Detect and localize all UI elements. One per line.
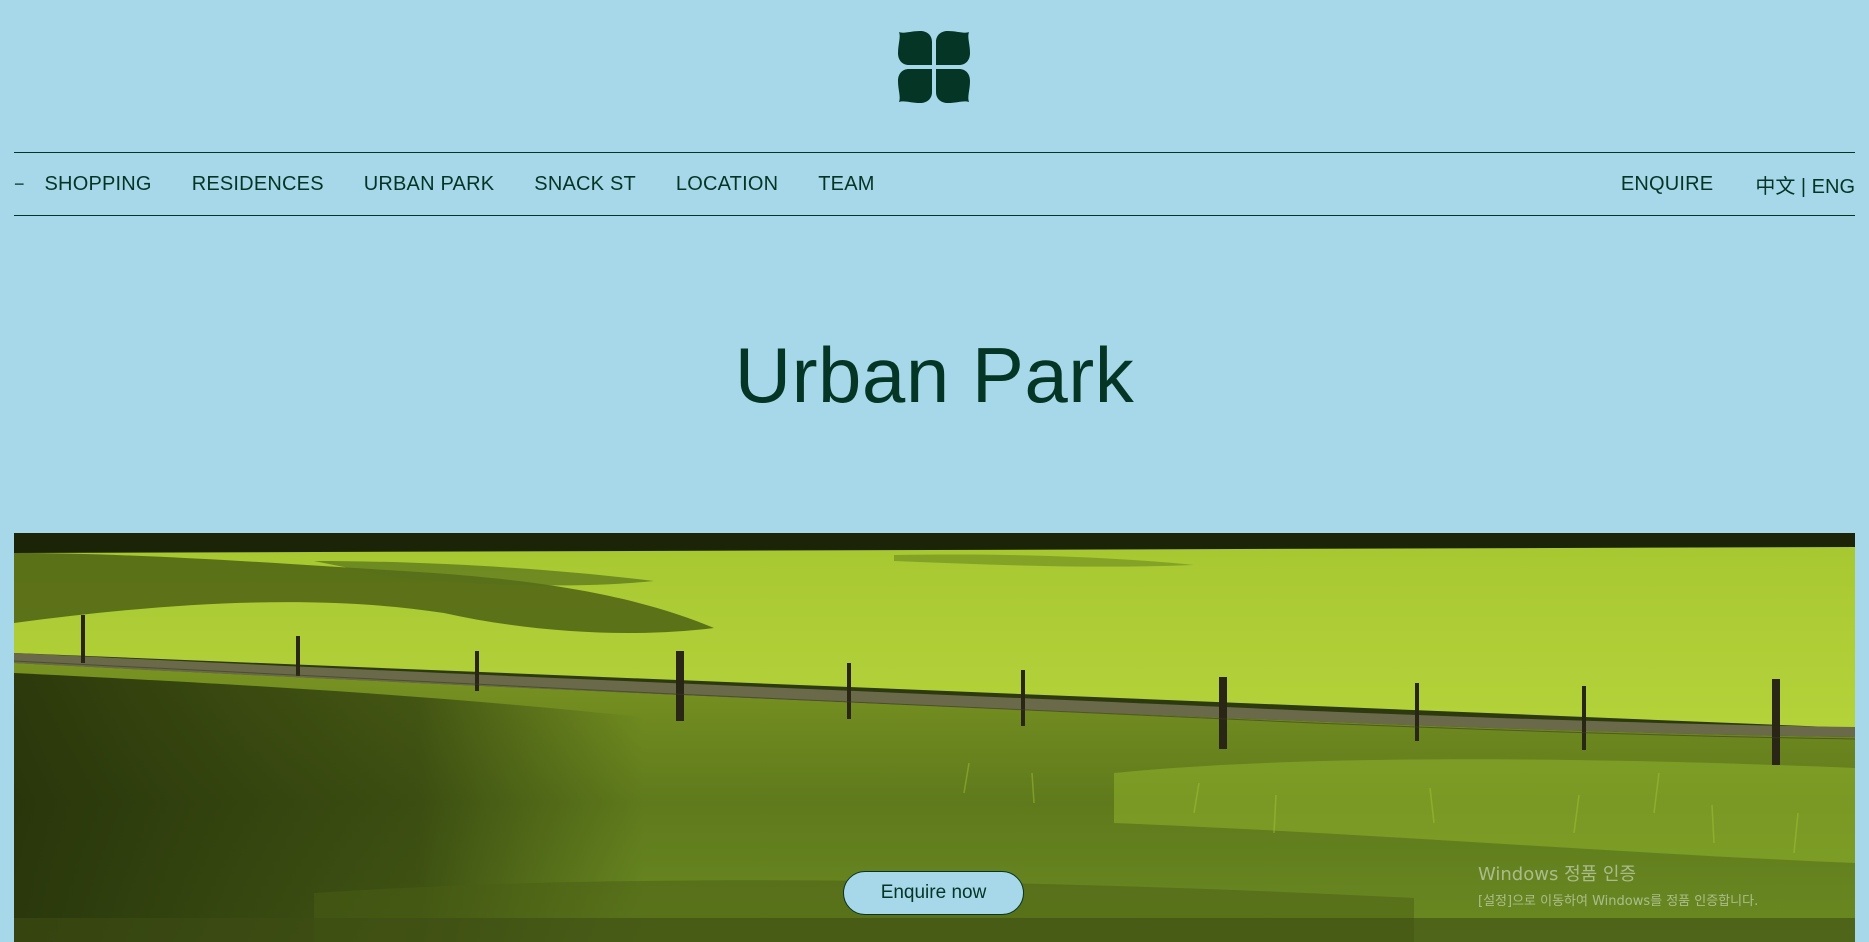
nav-item-team[interactable]: TEAM [818, 173, 874, 196]
nav-item-location[interactable]: LOCATION [676, 173, 778, 196]
nav-item-shopping[interactable]: SHOPPING [45, 173, 152, 196]
lang-en-link[interactable]: ENG [1812, 176, 1855, 198]
page: − SHOPPING RESIDENCES URBAN PARK SNACK S… [0, 0, 1869, 942]
enquire-now-button[interactable]: Enquire now [843, 871, 1024, 915]
nav-item-residences[interactable]: RESIDENCES [192, 173, 324, 196]
language-switcher: 中文 | ENG [1755, 170, 1855, 199]
watermark-subtitle: [설정]으로 이동하여 Windows를 정품 인증합니다. [1478, 894, 1759, 909]
nav-right-group: ENQUIRE 中文 | ENG [1621, 153, 1855, 215]
windows-activation-watermark: Windows 정품 인증 [설정]으로 이동하여 Windows를 정품 인증… [1478, 860, 1758, 909]
nav-dash-icon: − [14, 173, 25, 194]
nav-item-snack-st[interactable]: SNACK ST [534, 173, 636, 196]
lang-zh-link[interactable]: 中文 [1755, 176, 1795, 198]
nav-enquire-link[interactable]: ENQUIRE [1621, 173, 1714, 196]
page-title: Urban Park [734, 331, 1135, 419]
nav-left-group: − SHOPPING RESIDENCES URBAN PARK SNACK S… [14, 153, 915, 215]
main-nav: − SHOPPING RESIDENCES URBAN PARK SNACK S… [14, 152, 1855, 216]
nav-item-urban-park[interactable]: URBAN PARK [364, 173, 495, 196]
lang-separator: | [1795, 175, 1812, 198]
watermark-title: Windows 정품 인증 [1478, 864, 1637, 885]
flower-logo-icon[interactable] [897, 30, 971, 104]
